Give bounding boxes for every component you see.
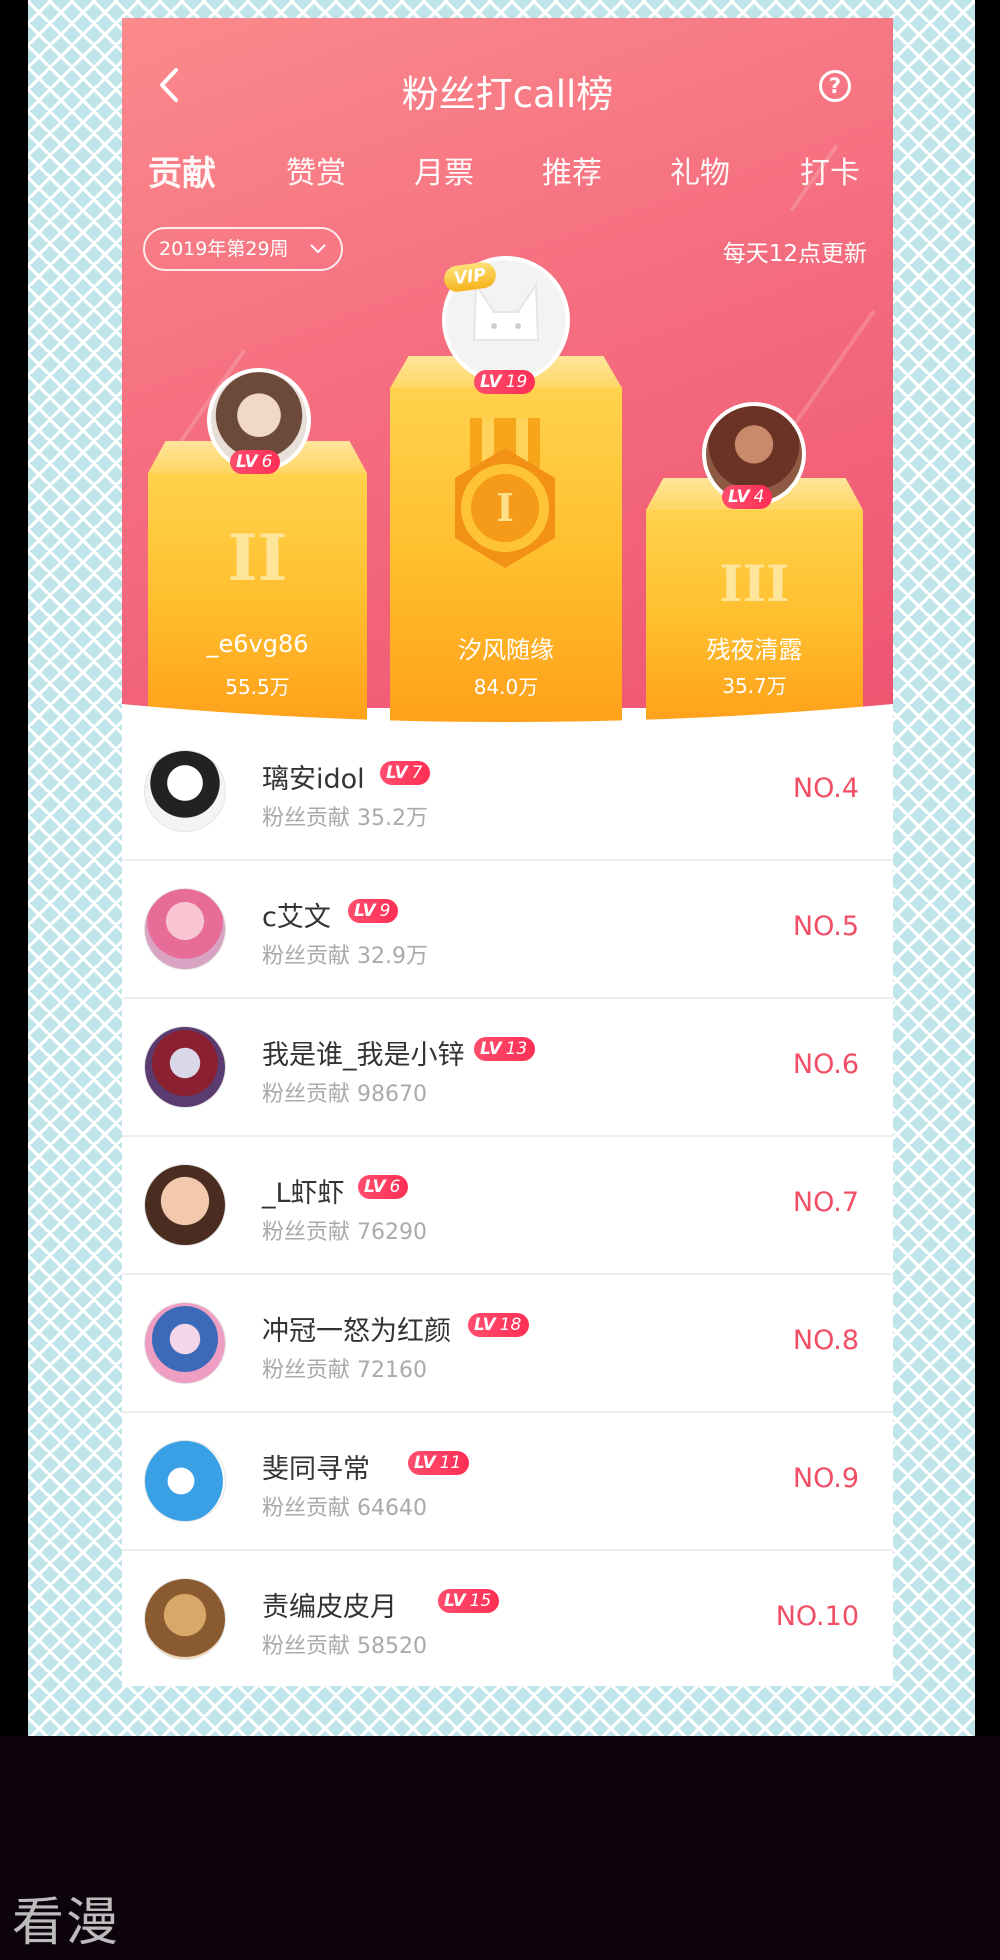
rank-number: NO.8 <box>792 1325 859 1356</box>
level-value: 4 <box>753 487 765 507</box>
user-name[interactable]: 冲冠一怒为红颜 <box>262 1309 451 1348</box>
avatar[interactable] <box>144 1302 226 1384</box>
list-item[interactable]: 璃安idol LV 7 粉丝贡献 35.2万 NO.4 <box>122 723 893 861</box>
level-prefix: LV <box>444 1591 466 1611</box>
rank-number: NO.6 <box>792 1049 859 1080</box>
level-value: 7 <box>411 763 423 783</box>
level-value: 19 <box>505 372 528 392</box>
podium-user-name[interactable]: _e6vg86 <box>148 630 367 658</box>
level-value: 9 <box>379 901 391 921</box>
fan-contribution: 粉丝贡献 76290 <box>262 1220 427 1245</box>
rank-number: NO.7 <box>792 1187 859 1218</box>
level-value: 6 <box>389 1177 401 1197</box>
list-item[interactable]: _L虾虾 LV 6 粉丝贡献 76290 NO.7 <box>122 1137 893 1275</box>
podium-place-numeral: III <box>719 554 790 613</box>
tab-contribution[interactable]: 贡献 <box>148 146 216 195</box>
level-prefix: LV <box>480 372 502 392</box>
level-badge: LV 6 <box>230 450 281 474</box>
podium-user-name[interactable]: 残夜清露 <box>646 630 863 665</box>
chevron-down-icon <box>310 244 326 254</box>
level-prefix: LV <box>728 487 750 507</box>
rank-number: NO.9 <box>792 1463 859 1494</box>
gold-medal-icon: I <box>455 418 555 568</box>
ranking-list: 璃安idol LV 7 粉丝贡献 35.2万 NO.4 c艾文 LV 9 粉丝贡献 32.9万 N… <box>122 723 893 1686</box>
fan-contribution: 粉丝贡献 72160 <box>262 1358 427 1383</box>
level-badge: LV 6 <box>358 1175 409 1199</box>
list-item[interactable]: 我是谁_我是小锌 LV 13 粉丝贡献 98670 NO.6 <box>122 999 893 1137</box>
list-item[interactable]: c艾文 LV 9 粉丝贡献 32.9万 NO.5 <box>122 861 893 999</box>
avatar[interactable] <box>144 1164 226 1246</box>
week-dropdown-label: 2019年第29周 <box>159 238 289 260</box>
tab-monthly-ticket[interactable]: 月票 <box>414 148 474 192</box>
decor-stripe <box>792 309 876 427</box>
tab-bar: 贡献 赞赏 月票 推荐 礼物 打卡 <box>122 148 893 208</box>
level-badge: LV 15 <box>438 1589 500 1613</box>
level-prefix: LV <box>480 1039 502 1059</box>
level-badge: LV 18 <box>468 1313 530 1337</box>
avatar[interactable] <box>144 750 226 832</box>
tab-checkin[interactable]: 打卡 <box>800 148 860 192</box>
tab-gift[interactable]: 礼物 <box>670 148 730 192</box>
user-name[interactable]: c艾文 <box>262 895 331 934</box>
rank-number: NO.10 <box>775 1601 859 1632</box>
bottom-bar <box>0 1736 1000 1960</box>
user-name[interactable]: 斐同寻常 <box>262 1447 370 1486</box>
level-badge: LV 11 <box>408 1451 470 1475</box>
level-value: 6 <box>261 452 273 472</box>
list-item[interactable]: 冲冠一怒为红颜 LV 18 粉丝贡献 72160 NO.8 <box>122 1275 893 1413</box>
level-prefix: LV <box>364 1177 386 1197</box>
avatar[interactable] <box>144 1026 226 1108</box>
user-name[interactable]: _L虾虾 <box>262 1171 345 1210</box>
fan-contribution: 粉丝贡献 35.2万 <box>262 806 428 831</box>
watermark: 看漫 <box>12 1893 121 1953</box>
list-item[interactable]: 斐同寻常 LV 11 粉丝贡献 64640 NO.9 <box>122 1413 893 1551</box>
help-icon[interactable]: ? <box>819 70 851 102</box>
user-name[interactable]: 我是谁_我是小锌 <box>262 1033 465 1072</box>
level-value: 18 <box>499 1315 522 1335</box>
avatar[interactable] <box>144 888 226 970</box>
avatar[interactable] <box>144 1578 226 1660</box>
level-value: 15 <box>469 1591 492 1611</box>
level-prefix: LV <box>236 452 258 472</box>
level-prefix: LV <box>386 763 408 783</box>
ranking-header: 粉丝打call榜 ? 贡献 赞赏 月票 推荐 礼物 打卡 2019年第29周 每… <box>122 18 893 730</box>
rank-number: NO.5 <box>792 911 859 942</box>
level-prefix: LV <box>474 1315 496 1335</box>
level-prefix: LV <box>414 1453 436 1473</box>
podium-user-name[interactable]: 汐风随缘 <box>390 630 622 665</box>
list-item[interactable]: 责编皮皮月 LV 15 粉丝贡献 58520 NO.10 <box>122 1551 893 1686</box>
level-prefix: LV <box>354 901 376 921</box>
rank-number: NO.4 <box>792 773 859 804</box>
level-badge: LV 19 <box>474 370 536 394</box>
level-badge: LV 9 <box>348 899 399 923</box>
page-title: 粉丝打call榜 <box>401 73 614 116</box>
level-badge: LV 4 <box>722 485 773 509</box>
fan-contribution: 粉丝贡献 58520 <box>262 1634 427 1659</box>
fan-contribution: 粉丝贡献 98670 <box>262 1082 427 1107</box>
user-name[interactable]: 璃安idol <box>262 757 365 796</box>
tab-recommend[interactable]: 推荐 <box>542 148 602 192</box>
fan-contribution: 粉丝贡献 64640 <box>262 1496 427 1521</box>
level-value: 13 <box>505 1039 528 1059</box>
top-bar: 粉丝打call榜 ? <box>122 48 893 128</box>
level-badge: LV 7 <box>380 761 431 785</box>
svg-text:I: I <box>496 485 514 530</box>
avatar[interactable] <box>144 1440 226 1522</box>
level-value: 11 <box>439 1453 462 1473</box>
app-screen: 粉丝打call榜 ? 贡献 赞赏 月票 推荐 礼物 打卡 2019年第29周 每… <box>122 18 893 1686</box>
update-note: 每天12点更新 <box>722 241 867 267</box>
podium-place-numeral: II <box>227 521 288 596</box>
user-name[interactable]: 责编皮皮月 <box>262 1585 397 1624</box>
week-dropdown[interactable]: 2019年第29周 <box>143 227 343 271</box>
fan-contribution: 粉丝贡献 32.9万 <box>262 944 428 969</box>
level-badge: LV 13 <box>474 1037 536 1061</box>
tab-reward[interactable]: 赞赏 <box>286 148 346 192</box>
